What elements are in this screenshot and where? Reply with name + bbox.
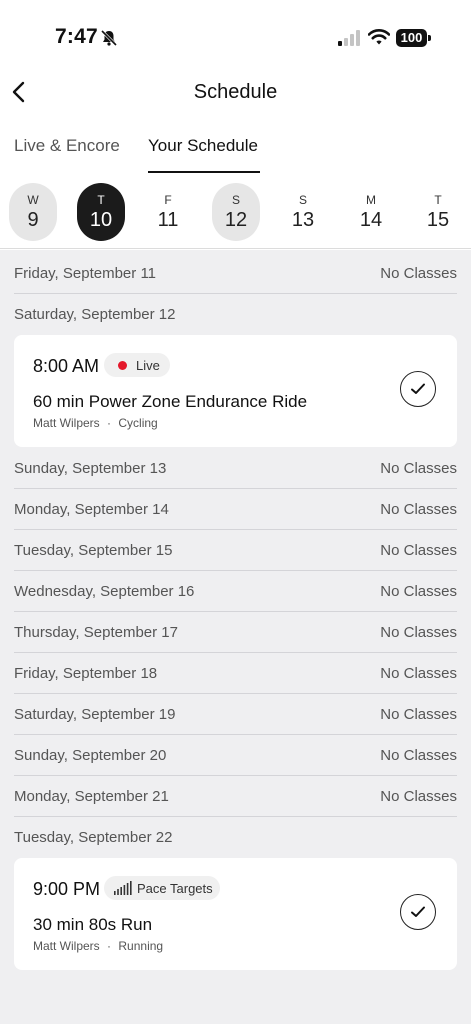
day-row: Friday, September 18 No Classes <box>14 653 457 694</box>
day-row: Monday, September 21 No Classes <box>14 776 457 817</box>
row-date: Thursday, September 17 <box>14 624 178 641</box>
day-row: Friday, September 11 No Classes <box>14 253 457 294</box>
badge-label: Live <box>136 358 160 373</box>
day-row: Saturday, September 19 No Classes <box>14 694 457 735</box>
divider <box>0 248 471 249</box>
day-letter: M <box>366 193 376 207</box>
no-classes-label: No Classes <box>380 624 457 641</box>
day-letter: T <box>97 193 105 207</box>
day-number: 9 <box>27 209 39 231</box>
meta-separator: · <box>107 939 112 953</box>
class-meta: Matt Wilpers · Cycling <box>33 416 158 430</box>
bell-off-icon <box>100 29 118 47</box>
day-number: 10 <box>89 209 113 231</box>
row-date: Saturday, September 12 <box>14 306 176 323</box>
discipline: Running <box>118 939 164 953</box>
day-14[interactable]: M 14 <box>347 183 395 241</box>
row-date: Sunday, September 13 <box>14 460 167 477</box>
day-letter: S <box>231 193 240 207</box>
scheduled-check-button[interactable] <box>400 894 436 930</box>
day-number: 14 <box>359 209 383 231</box>
status-time: 7:47 <box>55 25 98 48</box>
row-date: Sunday, September 20 <box>14 747 167 764</box>
discipline: Cycling <box>118 416 158 430</box>
instructor-name: Matt Wilpers <box>33 939 100 953</box>
day-row: Tuesday, September 15 No Classes <box>14 530 457 571</box>
cellular-signal-icon <box>338 30 360 46</box>
meta-separator: · <box>107 416 112 430</box>
battery-icon: 100 <box>396 29 431 47</box>
live-dot-icon <box>118 361 127 370</box>
scheduled-check-button[interactable] <box>400 371 436 407</box>
class-card[interactable]: 8:00 AM Live 60 min Power Zone Endurance… <box>14 335 457 447</box>
instructor-name: Matt Wilpers <box>33 416 100 430</box>
tab-your-schedule[interactable]: Your Schedule <box>148 136 258 156</box>
day-number: 11 <box>157 209 179 231</box>
checkmark-icon <box>411 383 425 394</box>
day-row: Wednesday, September 16 No Classes <box>14 571 457 612</box>
day-row: Monday, September 14 No Classes <box>14 489 457 530</box>
day-12[interactable]: S 12 <box>212 183 260 241</box>
row-date: Tuesday, September 22 <box>14 829 173 846</box>
pace-targets-icon <box>114 881 132 895</box>
day-header: Saturday, September 12 <box>14 294 457 334</box>
day-row: Sunday, September 20 No Classes <box>14 735 457 776</box>
day-number: 13 <box>291 209 315 231</box>
row-date: Monday, September 21 <box>14 788 169 805</box>
battery-level: 100 <box>396 29 427 47</box>
class-time: 9:00 PM <box>33 879 101 899</box>
row-date: Wednesday, September 16 <box>14 583 195 600</box>
class-time: 8:00 AM <box>33 356 100 376</box>
class-card[interactable]: 9:00 PM Pace Targets 30 min 80s Run Matt… <box>14 858 457 970</box>
no-classes-label: No Classes <box>380 542 457 559</box>
day-row: Thursday, September 17 No Classes <box>14 612 457 653</box>
class-name: 30 min 80s Run <box>33 915 153 934</box>
class-meta: Matt Wilpers · Running <box>33 939 163 953</box>
day-number: 15 <box>426 209 450 231</box>
day-13[interactable]: S 13 <box>279 183 327 241</box>
day-9[interactable]: W 9 <box>9 183 57 241</box>
no-classes-label: No Classes <box>380 747 457 764</box>
row-date: Friday, September 11 <box>14 265 157 282</box>
day-10-selected[interactable]: T 10 <box>77 183 125 241</box>
no-classes-label: No Classes <box>380 265 457 282</box>
active-tab-indicator <box>148 171 260 173</box>
day-letter: F <box>164 193 172 207</box>
live-badge: Live <box>104 353 170 377</box>
no-classes-label: No Classes <box>380 501 457 518</box>
wifi-icon <box>368 29 390 45</box>
day-letter: S <box>298 193 307 207</box>
row-date: Tuesday, September 15 <box>14 542 173 559</box>
row-date: Saturday, September 19 <box>14 706 176 723</box>
day-letter: W <box>27 193 39 207</box>
day-header: Tuesday, September 22 <box>14 817 457 857</box>
row-date: Friday, September 18 <box>14 665 158 682</box>
row-date: Monday, September 14 <box>14 501 169 518</box>
pace-targets-badge: Pace Targets <box>104 876 220 900</box>
day-number: 12 <box>224 209 248 231</box>
day-row: Sunday, September 13 No Classes <box>14 448 457 489</box>
page-title: Schedule <box>193 81 278 103</box>
no-classes-label: No Classes <box>380 665 457 682</box>
no-classes-label: No Classes <box>380 706 457 723</box>
checkmark-icon <box>411 906 425 917</box>
class-name: 60 min Power Zone Endurance Ride <box>33 392 308 411</box>
badge-label: Pace Targets <box>137 881 213 896</box>
tab-live-encore[interactable]: Live & Encore <box>14 136 120 156</box>
day-letter: T <box>434 193 442 207</box>
no-classes-label: No Classes <box>380 460 457 477</box>
no-classes-label: No Classes <box>380 583 457 600</box>
no-classes-label: No Classes <box>380 788 457 805</box>
day-15[interactable]: T 15 <box>414 183 462 241</box>
day-11[interactable]: F 11 <box>144 183 192 241</box>
